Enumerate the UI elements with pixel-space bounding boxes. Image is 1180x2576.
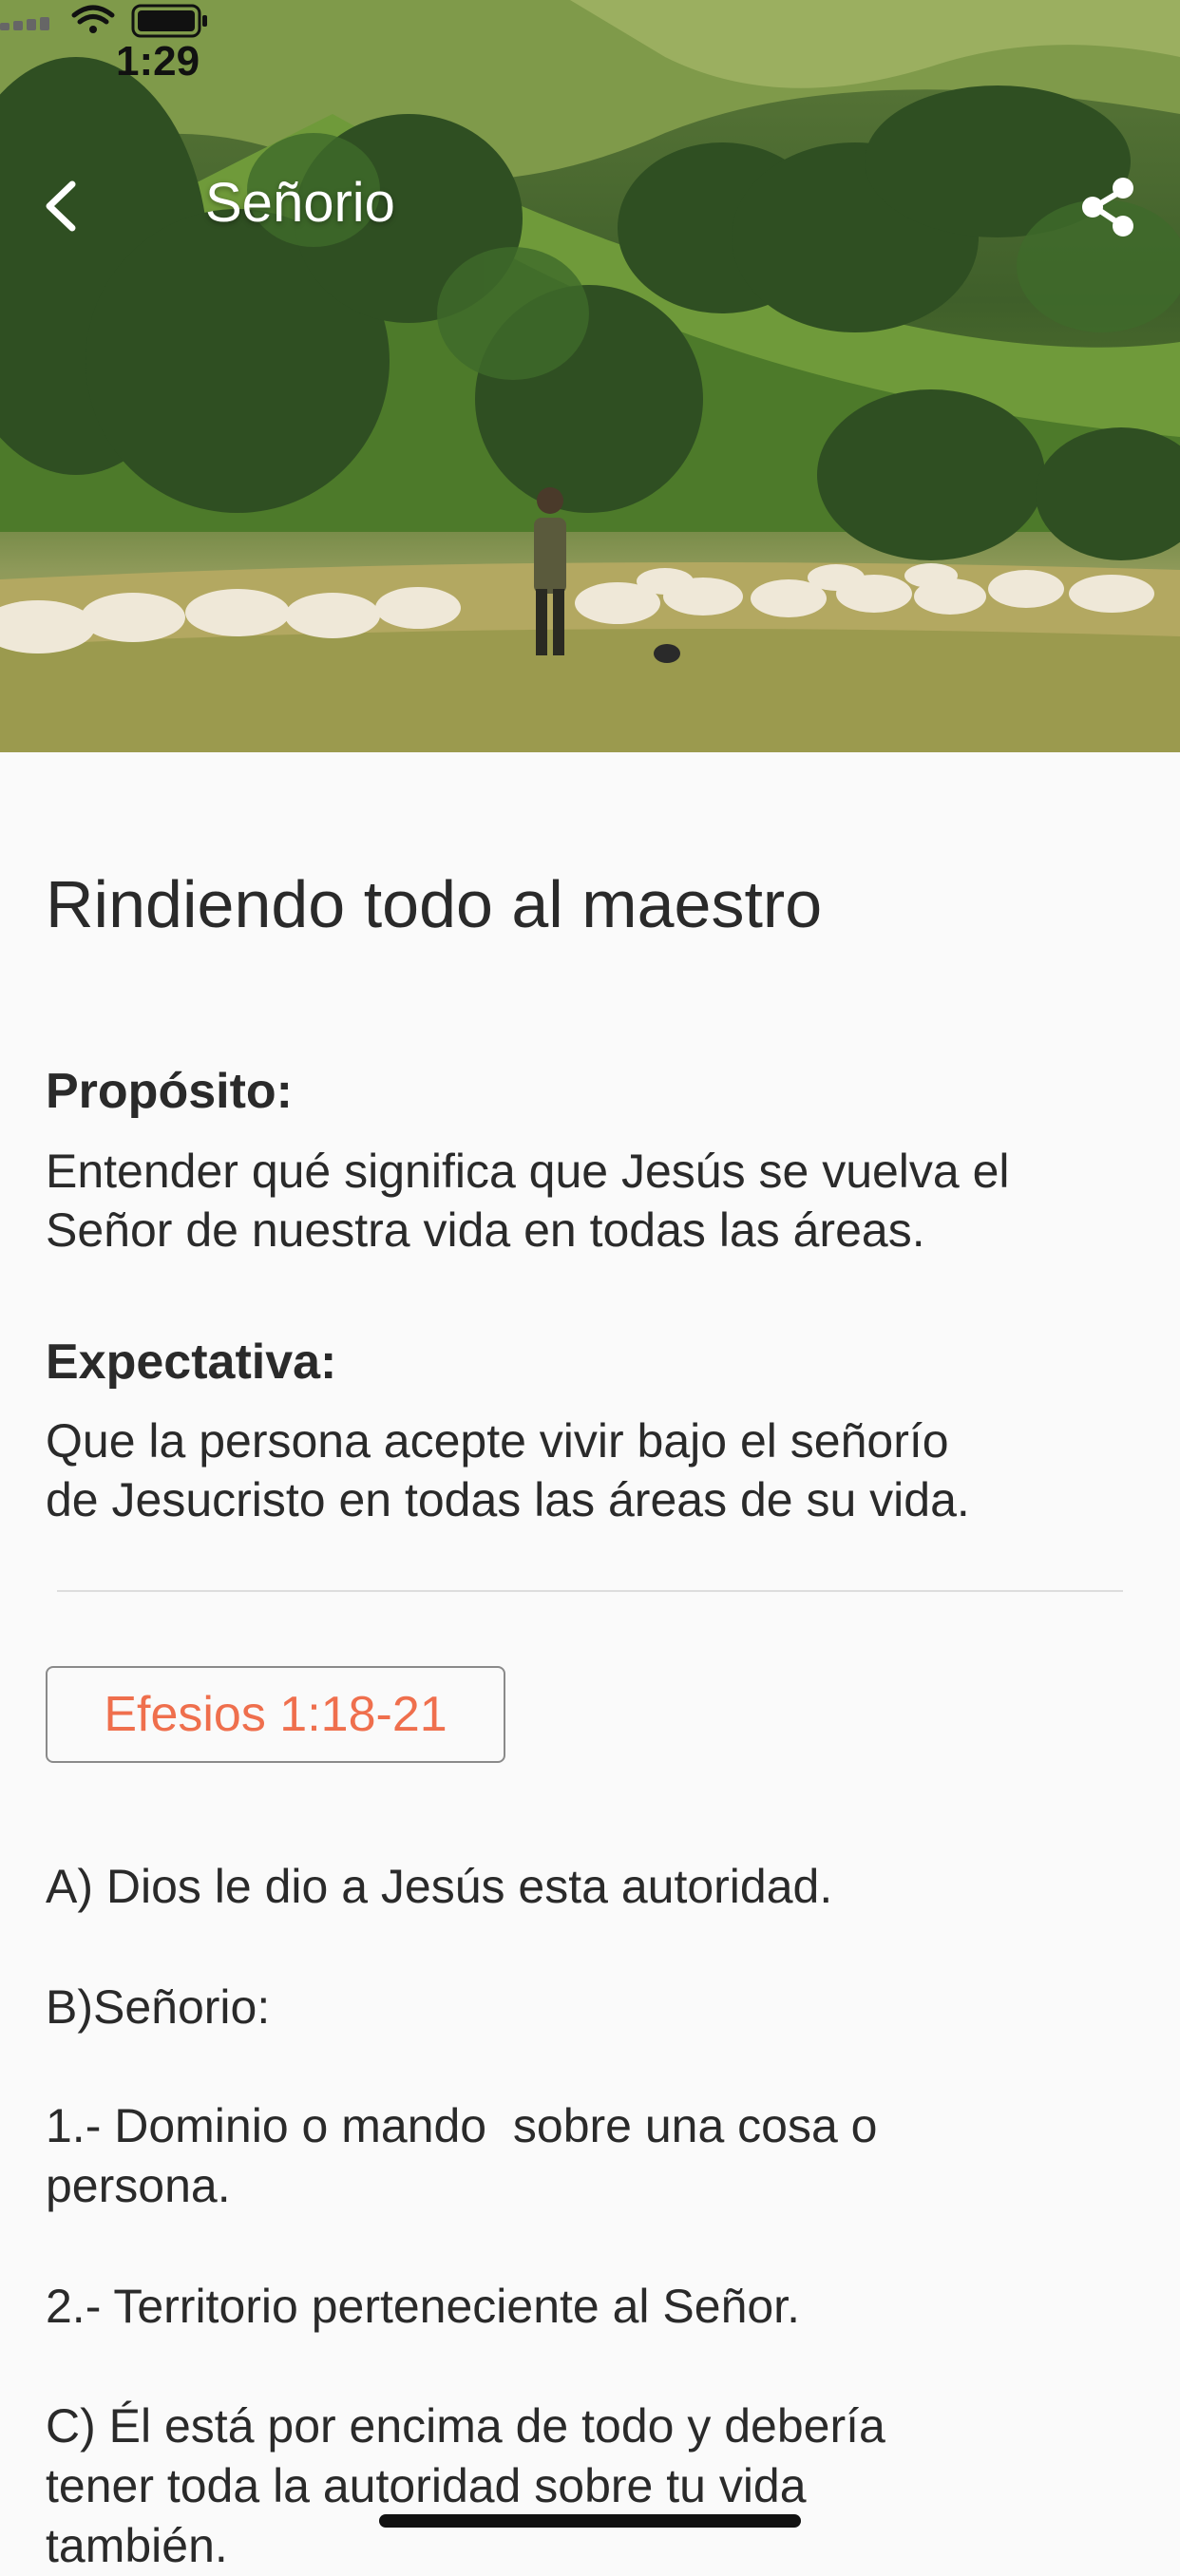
body-line: 1.- Dominio o mando sobre una cosa o bbox=[46, 2099, 878, 2152]
bible-reference-button[interactable]: Efesios 1:18-21 bbox=[46, 1666, 505, 1763]
purpose-line: Señor de nuestra vida en todas las áreas… bbox=[46, 1203, 925, 1257]
purpose-line: Entender qué significa que Jesús se vuel… bbox=[46, 1145, 1010, 1198]
battery-icon bbox=[131, 4, 207, 38]
wifi-icon bbox=[71, 5, 115, 25]
header-image: 1:29 Señorio bbox=[0, 0, 1180, 752]
home-indicator[interactable] bbox=[379, 2514, 801, 2528]
share-button[interactable] bbox=[1074, 173, 1142, 241]
expectation-line: de Jesucristo en todas las áreas de su v… bbox=[46, 1473, 970, 1526]
body-line: A) Dios le dio a Jesús esta autoridad. bbox=[46, 1860, 833, 1913]
status-bar: 1:29 bbox=[0, 0, 1180, 123]
nav-title: Señorio bbox=[205, 172, 395, 234]
expectation-label: Expectativa: bbox=[46, 1335, 337, 1390]
body-line: persona. bbox=[46, 2159, 231, 2212]
body-line: 2.- Territorio perteneciente al Señor. bbox=[46, 2280, 800, 2333]
back-button[interactable] bbox=[34, 173, 91, 239]
share-icon bbox=[1082, 178, 1133, 237]
status-icons bbox=[0, 4, 207, 38]
body-line: tener toda la autoridad sobre tu vida bbox=[46, 2459, 807, 2512]
cellular-signal-icon bbox=[0, 17, 49, 30]
status-time: 1:29 bbox=[116, 38, 200, 85]
chevron-left-icon bbox=[46, 180, 76, 232]
body-line: B)Señorio: bbox=[46, 1980, 271, 2034]
navigation-bar: Señorio bbox=[0, 152, 1180, 256]
expectation-line: Que la persona acepte vivir bajo el seño… bbox=[46, 1414, 949, 1468]
body-line: C) Él está por encima de todo y debería bbox=[46, 2399, 885, 2453]
purpose-label: Propósito: bbox=[46, 1064, 293, 1119]
expectation-text: Que la persona acepte vivir bajo el seño… bbox=[46, 1411, 1148, 1529]
purpose-text: Entender qué significa que Jesús se vuel… bbox=[46, 1142, 1148, 1260]
divider bbox=[57, 1590, 1123, 1592]
lesson-title: Rindiendo todo al maestro bbox=[46, 867, 823, 941]
